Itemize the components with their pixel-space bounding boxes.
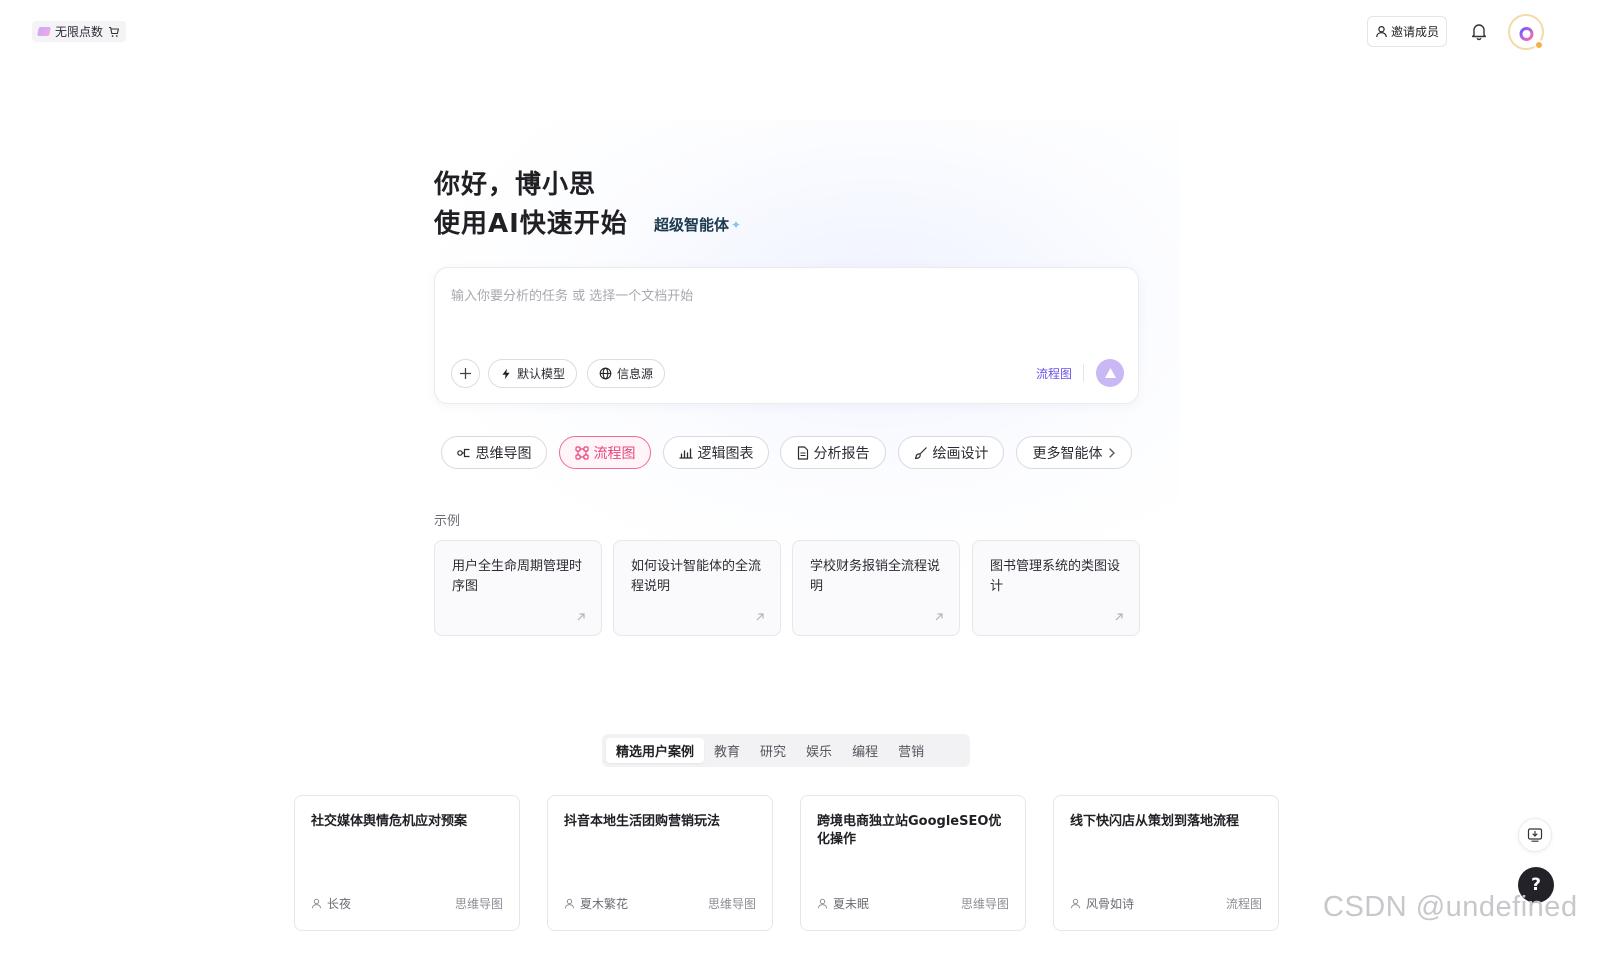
model-label: 默认模型 xyxy=(517,367,566,381)
send-button[interactable] xyxy=(1096,359,1124,387)
brand-logo-icon xyxy=(1518,21,1534,41)
lightning-icon xyxy=(502,368,510,379)
case-author: 长夜 xyxy=(311,895,351,912)
tool-analysis-report[interactable]: 分析报告 xyxy=(780,436,886,469)
user-icon xyxy=(312,898,321,909)
send-arrow-icon xyxy=(1104,368,1116,378)
user-icon xyxy=(1071,898,1080,909)
example-text: 用户全生命周期管理时序图 xyxy=(452,559,583,594)
tab-research[interactable]: 研究 xyxy=(750,738,796,763)
gem-icon xyxy=(37,27,51,36)
info-source-button[interactable]: 信息源 xyxy=(587,359,666,388)
case-type: 思维导图 xyxy=(960,897,1009,911)
case-card[interactable]: 线下快闪店从策划到落地流程 风骨如诗 流程图 xyxy=(1053,795,1279,931)
case-author: 夏未眠 xyxy=(817,895,869,912)
tool-label: 思维导图 xyxy=(475,445,532,462)
task-composer: 默认模型 信息源 流程图 xyxy=(434,267,1139,404)
mindmap-icon xyxy=(456,448,469,457)
category-tabs: 精选用户案例 教育 研究 娱乐 编程 营销 xyxy=(602,734,970,767)
example-card[interactable]: 学校财务报销全流程说明 xyxy=(792,540,960,636)
super-agent-badge[interactable]: 超级智能体 ✦ xyxy=(654,214,741,235)
tool-more-agents[interactable]: 更多智能体 xyxy=(1016,436,1132,469)
case-type: 思维导图 xyxy=(454,897,503,911)
model-select-button[interactable]: 默认模型 xyxy=(488,359,578,388)
avatar[interactable] xyxy=(1508,14,1544,50)
case-card[interactable]: 跨境电商独立站GoogleSEO优化操作 夏未眠 思维导图 xyxy=(800,795,1026,931)
invite-label: 邀请成员 xyxy=(1390,25,1439,39)
flowchart-icon xyxy=(574,445,589,460)
example-text: 如何设计智能体的全流程说明 xyxy=(631,559,762,594)
tool-drawing-design[interactable]: 绘画设计 xyxy=(898,436,1004,469)
example-text: 学校财务报销全流程说明 xyxy=(810,559,941,594)
example-text: 图书管理系统的类图设计 xyxy=(990,559,1121,594)
tool-label: 绘画设计 xyxy=(932,445,989,462)
case-title: 线下快闪店从策划到落地流程 xyxy=(1070,814,1240,829)
user-icon xyxy=(565,898,574,909)
tab-entertainment[interactable]: 娱乐 xyxy=(796,738,842,763)
hero-subtitle: 使用AI快速开始 xyxy=(434,209,628,239)
author-name: 长夜 xyxy=(327,897,352,911)
points-badge[interactable]: 无限点数 xyxy=(32,21,127,42)
tab-education[interactable]: 教育 xyxy=(704,738,750,763)
arrow-up-right-icon xyxy=(1115,613,1123,621)
example-card[interactable]: 用户全生命周期管理时序图 xyxy=(434,540,602,636)
bar-chart-icon xyxy=(678,447,693,459)
divider xyxy=(1083,364,1084,382)
case-title: 社交媒体舆情危机应对预案 xyxy=(311,814,468,829)
case-title: 抖音本地生活团购营销玩法 xyxy=(564,814,721,829)
arrow-up-right-icon xyxy=(935,613,943,621)
tab-marketing[interactable]: 营销 xyxy=(888,738,934,763)
arrow-up-right-icon xyxy=(577,613,585,621)
author-name: 夏未眠 xyxy=(833,897,870,911)
user-icon xyxy=(818,898,827,909)
case-type: 思维导图 xyxy=(707,897,756,911)
brush-icon xyxy=(914,446,927,459)
document-icon xyxy=(797,445,808,460)
case-author: 风骨如诗 xyxy=(1070,895,1134,912)
tab-featured[interactable]: 精选用户案例 xyxy=(606,738,705,763)
status-dot xyxy=(1534,40,1544,50)
add-attachment-button[interactable] xyxy=(451,359,480,388)
case-card[interactable]: 抖音本地生活团购营销玩法 夏木繁花 思维导图 xyxy=(547,795,773,931)
tool-label: 更多智能体 xyxy=(1032,445,1103,462)
watermark: CSDN @undefined xyxy=(1323,891,1578,923)
invite-member-button[interactable]: 邀请成员 xyxy=(1367,16,1447,47)
chevron-right-icon xyxy=(1108,447,1115,458)
case-title: 跨境电商独立站GoogleSEO优化操作 xyxy=(817,814,1002,847)
current-mode-link[interactable]: 流程图 xyxy=(1036,365,1072,382)
download-icon xyxy=(1527,828,1543,842)
task-input[interactable] xyxy=(451,284,1121,308)
tool-label: 流程图 xyxy=(593,445,636,462)
tool-label: 逻辑图表 xyxy=(697,445,754,462)
example-card[interactable]: 如何设计智能体的全流程说明 xyxy=(613,540,781,636)
super-agent-label: 超级智能体 xyxy=(654,216,730,234)
case-card[interactable]: 社交媒体舆情危机应对预案 长夜 思维导图 xyxy=(294,795,520,931)
case-type: 流程图 xyxy=(1225,897,1262,911)
example-card[interactable]: 图书管理系统的类图设计 xyxy=(972,540,1140,636)
tool-mindmap[interactable]: 思维导图 xyxy=(441,436,547,469)
download-app-button[interactable] xyxy=(1518,818,1552,852)
author-name: 夏木繁花 xyxy=(580,897,629,911)
user-icon xyxy=(1376,25,1387,38)
globe-icon xyxy=(599,367,612,380)
author-name: 风骨如诗 xyxy=(1086,897,1135,911)
cart-icon xyxy=(109,26,119,37)
plus-icon xyxy=(459,367,472,380)
tool-flowchart[interactable]: 流程图 xyxy=(559,436,651,469)
tool-label: 分析报告 xyxy=(813,445,870,462)
tool-logic-chart[interactable]: 逻辑图表 xyxy=(663,436,769,469)
info-source-label: 信息源 xyxy=(617,367,654,381)
sparkle-icon: ✦ xyxy=(731,217,742,232)
arrow-up-right-icon xyxy=(756,613,764,621)
examples-label: 示例 xyxy=(434,514,461,529)
bell-icon[interactable] xyxy=(1469,21,1489,41)
tab-programming[interactable]: 编程 xyxy=(842,738,888,763)
case-author: 夏木繁花 xyxy=(564,895,628,912)
points-label: 无限点数 xyxy=(55,25,104,39)
greeting-title: 你好，博小思 xyxy=(434,170,597,200)
